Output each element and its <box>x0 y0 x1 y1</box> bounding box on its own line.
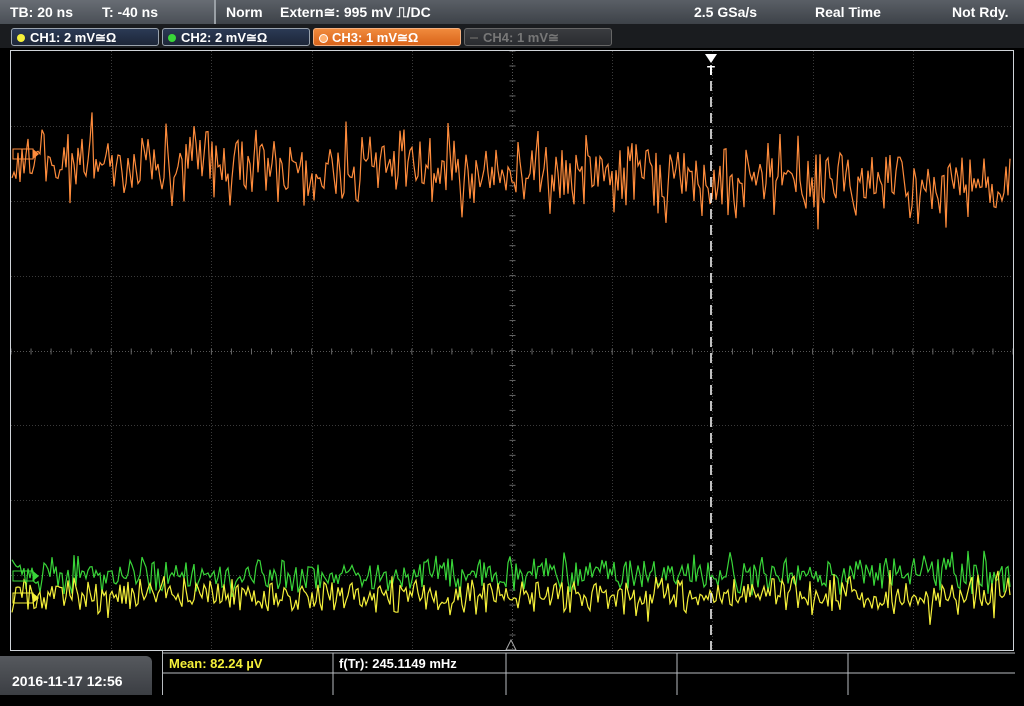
measurement-grid <box>163 652 1015 695</box>
ch2-color-icon <box>168 34 176 42</box>
trigger-source-label[interactable]: Extern≅: 995 mV ⎍/DC <box>280 4 431 21</box>
trigger-offset-label[interactable]: T: -40 ns <box>102 4 158 20</box>
ch3-label: CH3: 1 mV≅Ω <box>332 30 419 45</box>
ch1-color-icon <box>17 34 25 42</box>
waveform-display[interactable]: T <box>10 50 1014 651</box>
ch4-label: CH4: 1 mV≅ <box>483 30 559 45</box>
trigger-position-icon[interactable] <box>705 54 717 63</box>
ch4-button[interactable]: CH4: 1 mV≅ <box>464 28 612 46</box>
sample-rate-label[interactable]: 2.5 GSa/s <box>694 4 757 20</box>
ch3-button[interactable]: CH3: 1 mV≅Ω <box>313 28 461 46</box>
measurement-table[interactable]: Mean: 82.24 µV f(Tr): 245.1149 mHz <box>162 651 1015 695</box>
datetime-panel: 2016-11-17 12:56 <box>0 656 152 695</box>
ch1-level-marker[interactable] <box>12 592 39 604</box>
status-bar: TB: 20 ns T: -40 ns Norm Extern≅: 995 mV… <box>0 0 1024 25</box>
ready-state-label: Not Rdy. <box>952 4 1009 20</box>
channel-bar: CH1: 2 mV≅Ω CH2: 2 mV≅Ω CH3: 1 mV≅Ω CH4:… <box>0 24 1024 48</box>
ch2-button[interactable]: CH2: 2 mV≅Ω <box>162 28 310 46</box>
ch1-button[interactable]: CH1: 2 mV≅Ω <box>11 28 159 46</box>
frequency-measurement[interactable]: f(Tr): 245.1149 mHz <box>339 656 457 671</box>
acquisition-mode-label[interactable]: Real Time <box>815 4 881 20</box>
ch1-trace <box>11 569 1011 625</box>
waveform-canvas[interactable]: T <box>11 51 1013 650</box>
ch3-color-icon <box>319 34 328 43</box>
ch4-off-icon <box>470 37 478 39</box>
ch1-label: CH1: 2 mV≅Ω <box>30 30 117 45</box>
trigger-mode-label[interactable]: Norm <box>226 4 263 20</box>
ch2-label: CH2: 2 mV≅Ω <box>181 30 268 45</box>
trigger-level-icon <box>505 638 517 650</box>
mean-measurement[interactable]: Mean: 82.24 µV <box>169 656 262 671</box>
grid <box>11 51 1013 650</box>
datetime-label: 2016-11-17 12:56 <box>12 673 123 689</box>
timebase-panel[interactable]: TB: 20 ns T: -40 ns <box>0 0 216 24</box>
trigger-marker-label: T <box>707 63 715 78</box>
timebase-label[interactable]: TB: 20 ns <box>10 4 73 20</box>
